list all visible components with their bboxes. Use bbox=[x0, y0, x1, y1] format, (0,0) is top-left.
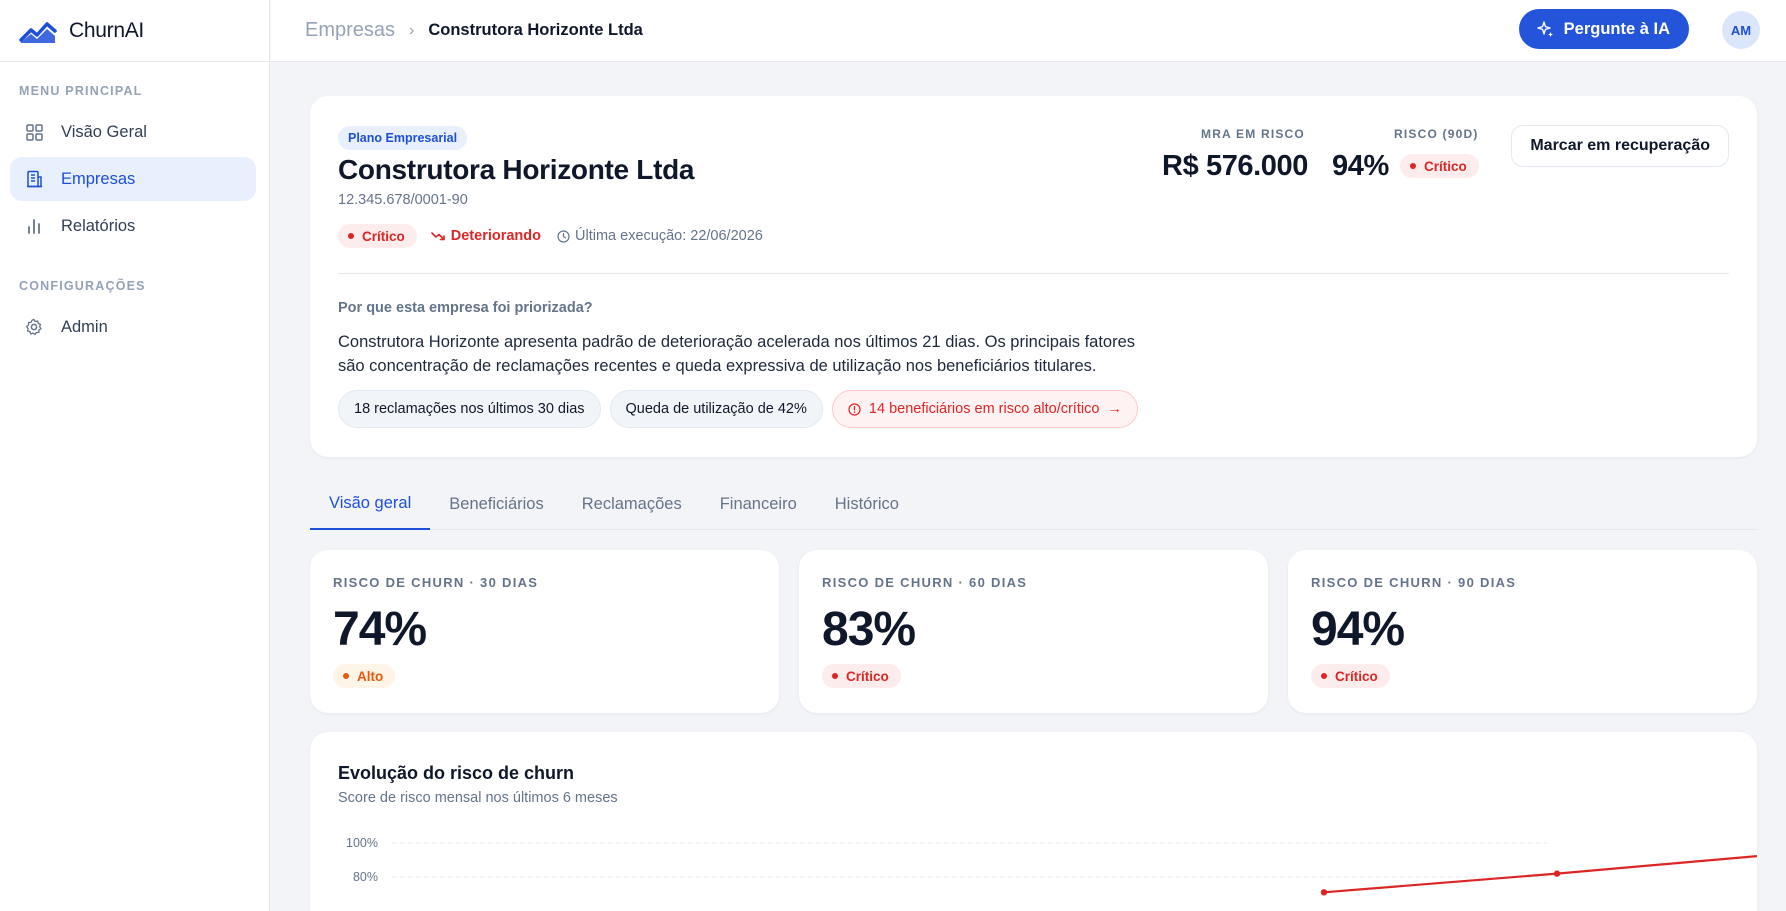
risk-card-value: 74% bbox=[333, 603, 427, 656]
building-icon bbox=[24, 169, 44, 189]
sidebar-item-label: Empresas bbox=[61, 169, 136, 188]
status-label: Crítico bbox=[362, 228, 405, 244]
priority-reason-title: Por que esta empresa foi priorizada? bbox=[338, 300, 593, 316]
company-cnpj: 12.345.678/0001-90 bbox=[338, 192, 468, 208]
ask-ai-button[interactable]: Pergunte à IA bbox=[1518, 9, 1689, 49]
risk-card-90d: RISCO DE CHURN · 90 DIAS 94% Crítico bbox=[1288, 550, 1757, 713]
status-row: Crítico Deteriorando Última execução: 22… bbox=[338, 224, 763, 248]
chart-title: Evolução do risco de churn bbox=[338, 763, 575, 783]
company-name: Construtora Horizonte Ltda bbox=[338, 154, 695, 185]
sidebar-item-label: Relatórios bbox=[61, 216, 136, 235]
risk-card-status-label: Alto bbox=[357, 668, 384, 684]
y-tick-label: 80% bbox=[353, 870, 378, 884]
sidebar: ChurnAI MENU PRINCIPAL Visão Geral Empre… bbox=[0, 0, 270, 911]
y-tick-label: 100% bbox=[346, 836, 378, 850]
risk-card-status-label: Crítico bbox=[846, 668, 889, 684]
top-header: Empresas › Construtora Horizonte Ltda Pe… bbox=[271, 0, 1786, 62]
churn-risk-line-chart: 100% 80% bbox=[346, 836, 1757, 896]
risk-series-line bbox=[1323, 854, 1757, 894]
sidebar-item-label: Visão Geral bbox=[61, 122, 147, 141]
sidebar-item-relatorios[interactable]: Relatórios bbox=[10, 204, 256, 248]
tab-visao-geral[interactable]: Visão geral bbox=[310, 478, 431, 530]
last-run-label: Última execução: 22/06/2026 bbox=[575, 228, 763, 244]
sidebar-item-admin[interactable]: Admin bbox=[10, 305, 256, 349]
chevron-right-icon: › bbox=[409, 21, 415, 39]
trend-down-icon bbox=[430, 232, 445, 241]
risk-90d-label: RISCO (90D) bbox=[1394, 127, 1479, 141]
mra-value: R$ 576.000 bbox=[1162, 150, 1308, 182]
factor-chips: 18 reclamações nos últimos 30 dias Queda… bbox=[338, 390, 1138, 428]
risk-card-status-badge: Crítico bbox=[1311, 664, 1390, 688]
risk-card-label: RISCO DE CHURN · 30 DIAS bbox=[333, 575, 539, 590]
plan-badge: Plano Empresarial bbox=[338, 126, 468, 150]
risk-status-label: Crítico bbox=[1424, 158, 1467, 174]
risk-data-point[interactable] bbox=[1320, 889, 1328, 896]
gear-icon bbox=[24, 317, 44, 337]
sidebar-item-label: Admin bbox=[61, 317, 108, 336]
bar-chart-icon bbox=[24, 216, 44, 236]
app-name: ChurnAI bbox=[69, 18, 144, 42]
risk-90d-value: 94% bbox=[1332, 150, 1389, 182]
risk-card-status-badge: Crítico bbox=[822, 664, 901, 688]
avatar[interactable]: AM bbox=[1722, 11, 1760, 49]
tab-beneficiarios[interactable]: Beneficiários bbox=[430, 478, 562, 530]
sidebar-item-empresas[interactable]: Empresas bbox=[10, 157, 256, 201]
factor-chip-label: 14 beneficiários em risco alto/crítico bbox=[868, 401, 1100, 417]
mra-label: MRA EM RISCO bbox=[1201, 127, 1305, 141]
last-run: Última execução: 22/06/2026 bbox=[557, 228, 763, 244]
trend-label: Deteriorando bbox=[450, 228, 542, 244]
churnai-logo-icon bbox=[19, 21, 57, 43]
risk-card-label: RISCO DE CHURN · 90 DIAS bbox=[1311, 575, 1517, 590]
tab-reclamacoes[interactable]: Reclamações bbox=[563, 478, 701, 530]
sidebar-item-visao-geral[interactable]: Visão Geral bbox=[10, 110, 256, 154]
tab-financeiro[interactable]: Financeiro bbox=[701, 478, 816, 530]
risk-card-label: RISCO DE CHURN · 60 DIAS bbox=[822, 575, 1028, 590]
mark-recovery-button[interactable]: Marcar em recuperação bbox=[1511, 125, 1729, 167]
grid-icon bbox=[24, 122, 44, 142]
arrow-right-icon: → bbox=[1107, 401, 1122, 417]
alert-circle-icon bbox=[848, 402, 861, 416]
chart-subtitle: Score de risco mensal nos últimos 6 mese… bbox=[338, 790, 618, 806]
factor-chip-beneficiaries-link[interactable]: 14 beneficiários em risco alto/crítico → bbox=[831, 390, 1138, 428]
divider bbox=[338, 273, 1729, 274]
breadcrumb-current: Construtora Horizonte Ltda bbox=[428, 21, 643, 39]
trend-indicator: Deteriorando bbox=[430, 228, 542, 244]
company-summary-card: Plano Empresarial Construtora Horizonte … bbox=[310, 96, 1757, 457]
risk-card-status-label: Crítico bbox=[1335, 668, 1378, 684]
risk-card-value: 94% bbox=[1311, 603, 1405, 656]
ask-ai-label: Pergunte à IA bbox=[1563, 19, 1670, 38]
brand[interactable]: ChurnAI bbox=[0, 0, 269, 62]
tab-historico[interactable]: Histórico bbox=[816, 478, 918, 530]
risk-data-point[interactable] bbox=[1553, 870, 1561, 877]
risk-card-60d: RISCO DE CHURN · 60 DIAS 83% Crítico bbox=[799, 550, 1268, 713]
sparkle-icon bbox=[1536, 20, 1553, 37]
breadcrumb-root[interactable]: Empresas bbox=[305, 19, 395, 42]
factor-chip-complaints[interactable]: 18 reclamações nos últimos 30 dias bbox=[338, 390, 601, 428]
factor-chip-usage[interactable]: Queda de utilização de 42% bbox=[609, 390, 823, 428]
churn-risk-chart-card: 100% 80% Evolução do risco de churn Score… bbox=[310, 732, 1757, 911]
nav-section-main: MENU PRINCIPAL bbox=[19, 84, 143, 98]
company-tabs: Visão geral Beneficiários Reclamações Fi… bbox=[310, 478, 1757, 530]
status-badge: Crítico bbox=[338, 224, 417, 248]
risk-card-value: 83% bbox=[822, 603, 916, 656]
priority-reason-text: Construtora Horizonte apresenta padrão d… bbox=[338, 333, 1136, 375]
nav-section-settings: CONFIGURAÇÕES bbox=[19, 279, 146, 293]
risk-card-status-badge: Alto bbox=[333, 664, 396, 688]
risk-card-30d: RISCO DE CHURN · 30 DIAS 74% Alto bbox=[310, 550, 779, 713]
clock-icon bbox=[557, 229, 570, 243]
risk-status-badge: Crítico bbox=[1400, 154, 1479, 178]
